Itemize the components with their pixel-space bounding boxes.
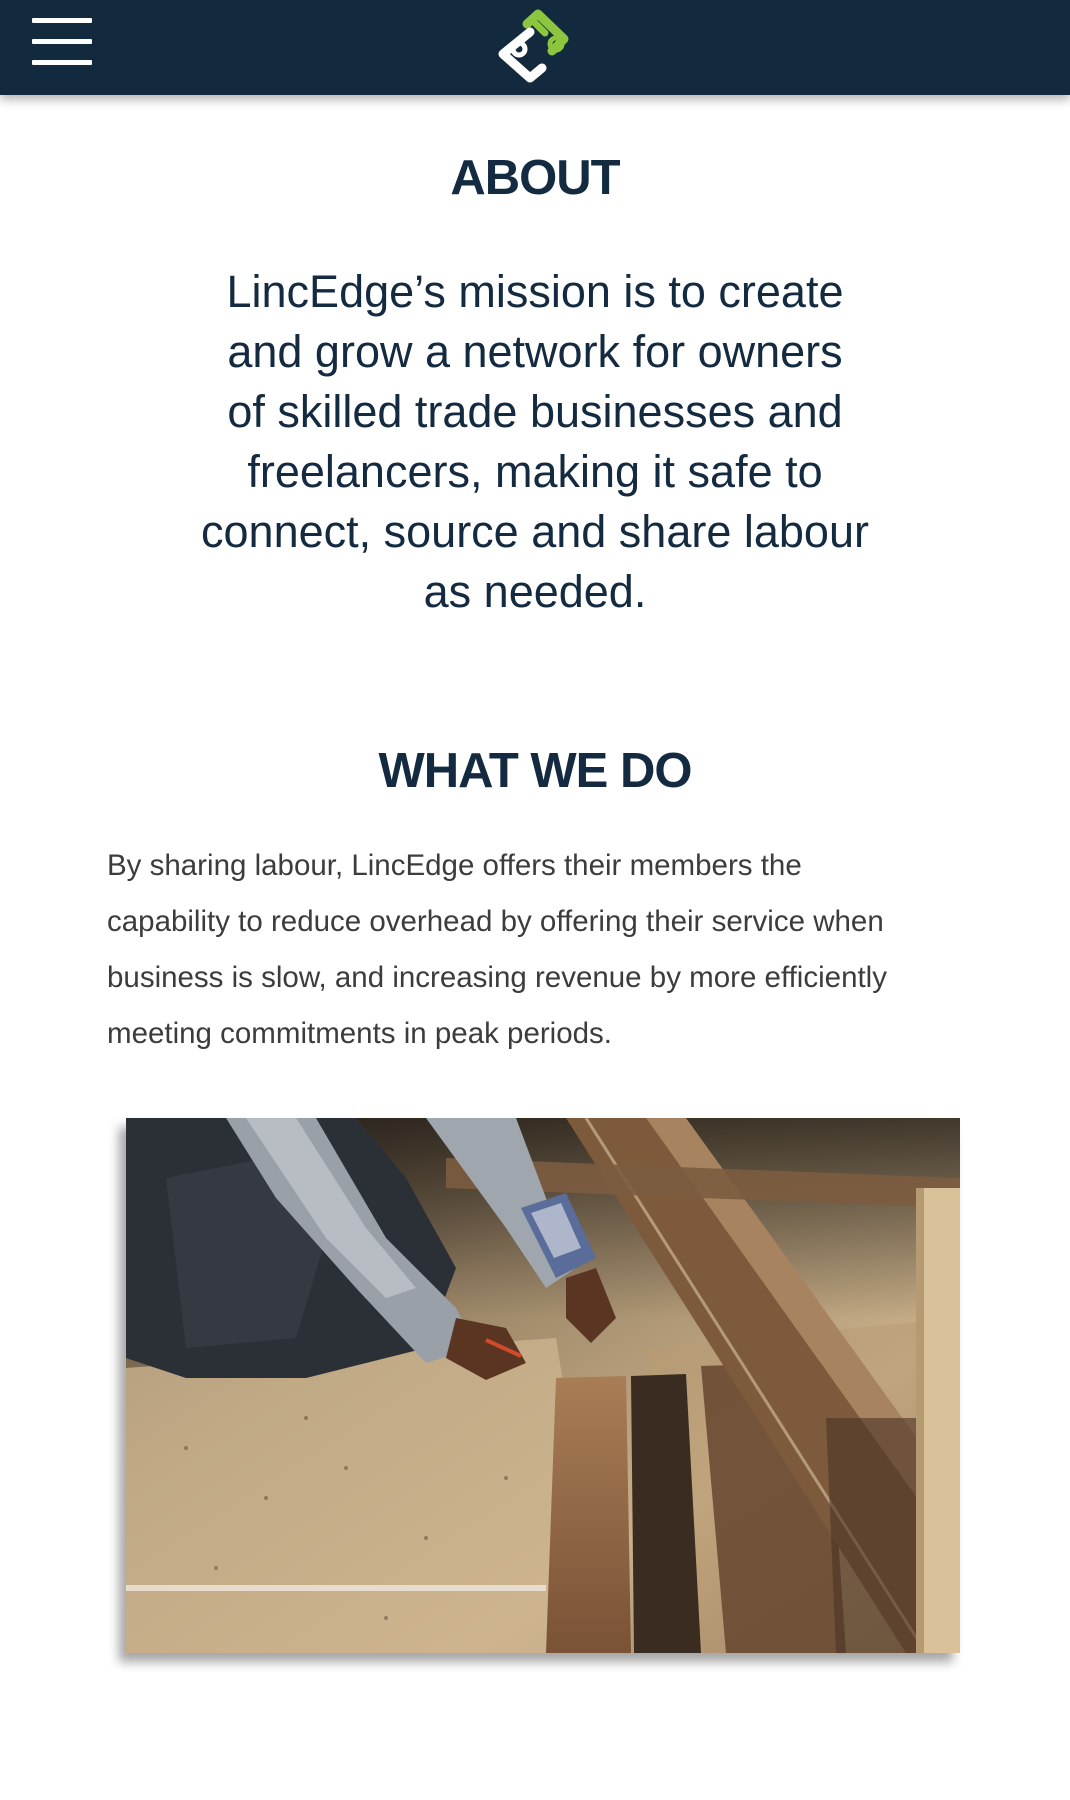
mission-line: and grow a network for owners	[227, 326, 843, 377]
mission-line: connect, source and share labour	[201, 506, 869, 557]
mission-line: of skilled trade businesses and	[227, 386, 843, 437]
mission-line: freelancers, making it safe to	[247, 446, 823, 497]
paragraph-line: meeting commitments in peak periods.	[107, 1017, 613, 1050]
mission-statement: LincEdge’s mission is to create and grow…	[185, 262, 885, 622]
hamburger-menu-icon[interactable]	[32, 18, 92, 68]
lincedge-logo-icon[interactable]	[490, 6, 580, 86]
mission-line: LincEdge’s mission is to create	[226, 266, 844, 317]
top-nav-bar	[0, 0, 1070, 95]
page: ABOUT LincEdge’s mission is to create an…	[0, 0, 1070, 1800]
mission-line: as needed.	[423, 566, 647, 617]
paragraph-line: By sharing labour, LincEdge offers their…	[107, 849, 802, 882]
about-heading: ABOUT	[450, 151, 620, 205]
paragraph-line: business is slow, and increasing revenue…	[107, 961, 887, 994]
tradesperson-measuring-lumber-photo	[126, 1118, 960, 1653]
what-we-do-paragraph: By sharing labour, LincEdge offers their…	[107, 838, 967, 1062]
paragraph-line: capability to reduce overhead by offerin…	[107, 905, 884, 938]
what-we-do-heading: WHAT WE DO	[378, 744, 693, 798]
